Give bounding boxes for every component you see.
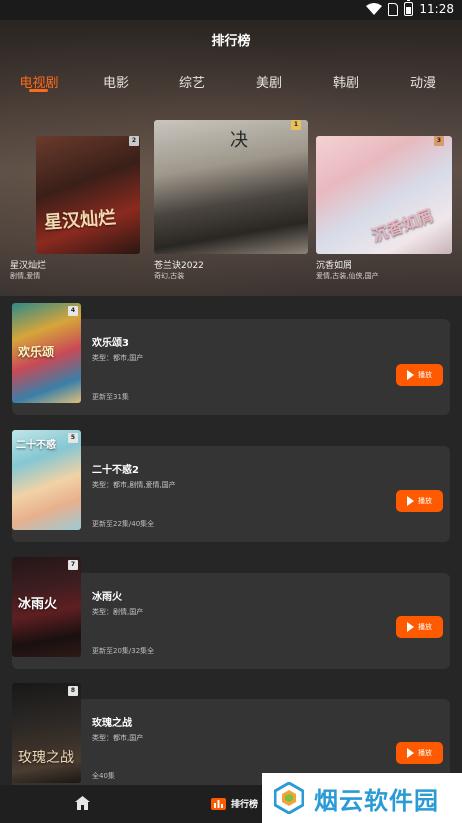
play-label: 播放	[418, 371, 432, 379]
status-bar: 11:28	[0, 0, 462, 20]
poster-image: 沉香如屑	[316, 136, 452, 254]
home-icon[interactable]	[75, 796, 90, 810]
ranking-icon	[211, 797, 226, 810]
podium-title: 星汉灿烂	[10, 261, 47, 271]
item-episode-status: 更新至31集	[92, 393, 129, 401]
podium-tags: 爱情,古装,仙侠,国产	[316, 272, 379, 280]
rank-badge: 1	[291, 120, 301, 130]
item-title: 玫瑰之战	[92, 718, 132, 729]
poster-title-art: 冰雨火	[18, 597, 58, 612]
podium-title: 沉香如屑	[316, 261, 353, 271]
podium-tags: 奇幻,古装	[154, 272, 185, 280]
nav-tab-ranking[interactable]: 排行榜	[211, 797, 258, 810]
rank-badge: 4	[68, 306, 78, 316]
play-button[interactable]: 播放	[396, 742, 443, 764]
list-item[interactable]: 欢乐颂 4 欢乐颂3 类型：都市,国产 更新至31集 播放	[12, 303, 450, 415]
poster-title-art: 二十不惑	[16, 440, 56, 451]
item-poster[interactable]: 玫瑰之战 8	[12, 683, 81, 783]
rank-badge: 8	[68, 686, 78, 696]
item-episode-status: 更新至22集/40集全	[92, 520, 155, 528]
podium-tags: 剧情,爱情	[10, 272, 41, 280]
podium-card-rank-3[interactable]: 沉香如屑 3 沉香如屑 爱情,古装,仙侠,国产	[312, 120, 462, 285]
item-poster[interactable]: 欢乐颂 4	[12, 303, 81, 403]
poster-image: 星汉灿烂	[36, 136, 140, 254]
item-genre: 类型：都市,剧情,爱情,国产	[92, 481, 176, 489]
nav-ranking-label: 排行榜	[231, 800, 259, 810]
play-icon	[407, 370, 414, 380]
play-icon	[407, 748, 414, 758]
poster-image: 决	[154, 120, 308, 254]
watermark-text: 烟云软件园	[314, 786, 439, 815]
tab-variety[interactable]: 综艺	[179, 72, 205, 91]
status-time: 11:28	[419, 2, 454, 16]
tab-movie[interactable]: 电影	[103, 72, 129, 91]
tab-anime[interactable]: 动漫	[410, 72, 436, 91]
list-item[interactable]: 冰雨火 7 冰雨火 类型：剧情,国产 更新至20集/32集全 播放	[12, 557, 450, 669]
list-item[interactable]: 二十不惑 5 二十不惑2 类型：都市,剧情,爱情,国产 更新至22集/40集全 …	[12, 430, 450, 542]
page-title: 排行榜	[211, 34, 251, 49]
site-watermark: 烟云软件园	[262, 773, 462, 823]
poster-title-art: 玫瑰之战	[18, 750, 74, 766]
podium-title: 苍兰诀2022	[154, 261, 204, 271]
active-tab-indicator	[29, 89, 48, 92]
item-title: 欢乐颂3	[92, 338, 129, 349]
poster-title-art: 决	[230, 130, 248, 151]
category-tabs: 电视剧 电影 综艺 美剧 韩剧 动漫	[0, 72, 462, 96]
rank-badge: 7	[68, 560, 78, 570]
play-icon	[407, 496, 414, 506]
item-title: 二十不惑2	[92, 465, 139, 476]
app-screen: 11:28 排行榜 电视剧 电影 综艺 美剧 韩剧 动漫 星汉灿烂 2 星汉灿烂…	[0, 0, 462, 823]
item-episode-status: 全40集	[92, 772, 115, 780]
play-button[interactable]: 播放	[396, 490, 443, 512]
poster-title-art: 星汉灿烂	[43, 207, 117, 234]
rank-badge: 5	[68, 433, 78, 443]
item-poster[interactable]: 二十不惑 5	[12, 430, 81, 530]
podium-card-rank-1[interactable]: 决 1 苍兰诀2022 奇幻,古装	[150, 120, 310, 285]
item-genre: 类型：都市,国产	[92, 734, 144, 742]
rank-badge: 2	[129, 136, 139, 146]
play-button[interactable]: 播放	[396, 616, 443, 638]
item-title: 冰雨火	[92, 592, 122, 603]
item-episode-status: 更新至20集/32集全	[92, 647, 155, 655]
play-button[interactable]: 播放	[396, 364, 443, 386]
watermark-logo-icon	[274, 782, 304, 814]
tab-k-drama[interactable]: 韩剧	[333, 72, 359, 91]
rank-badge: 3	[434, 136, 444, 146]
poster-title-art: 欢乐颂	[18, 345, 55, 359]
play-label: 播放	[418, 497, 432, 505]
play-icon	[407, 622, 414, 632]
item-genre: 类型：剧情,国产	[92, 608, 144, 616]
item-genre: 类型：都市,国产	[92, 354, 144, 362]
sim-icon	[388, 2, 399, 16]
tab-us-drama[interactable]: 美剧	[256, 72, 282, 91]
wifi-icon	[366, 3, 383, 15]
play-label: 播放	[418, 749, 432, 757]
item-poster[interactable]: 冰雨火 7	[12, 557, 81, 657]
battery-icon	[404, 0, 414, 16]
podium-card-rank-2[interactable]: 星汉灿烂 2 星汉灿烂 剧情,爱情	[0, 120, 150, 285]
play-label: 播放	[418, 623, 432, 631]
poster-title-art: 沉香如屑	[369, 205, 436, 246]
